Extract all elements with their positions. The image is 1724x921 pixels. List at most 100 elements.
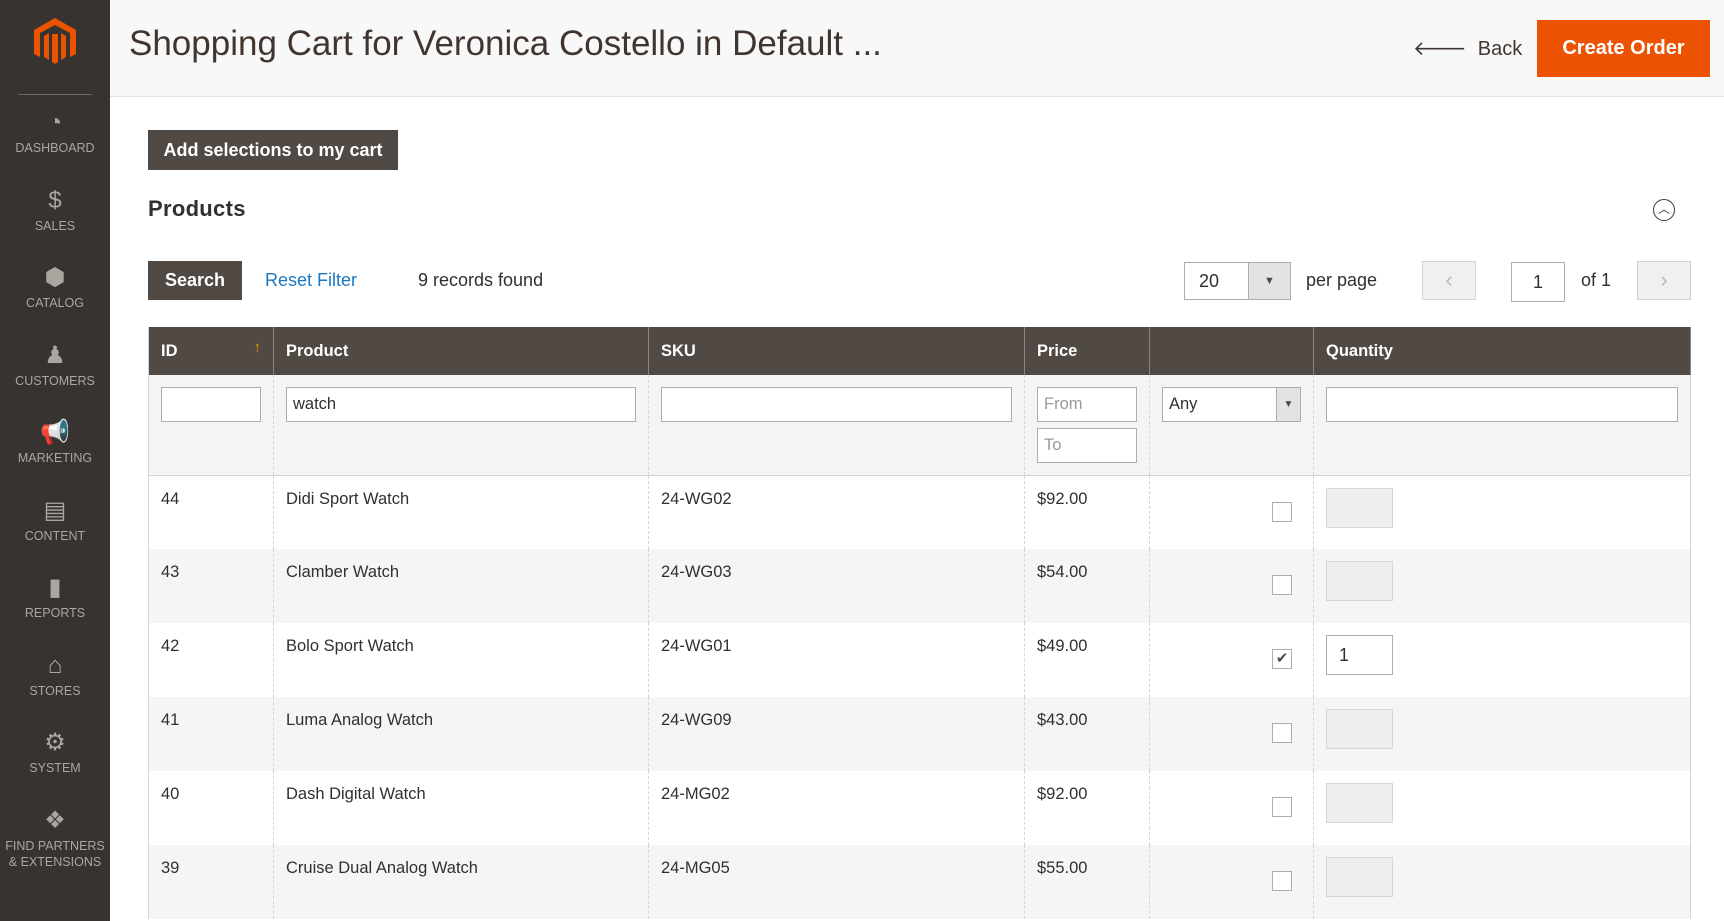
sidebar-item-label: REPORTS: [24, 606, 86, 620]
sidebar-item-catalog[interactable]: ⬢ CATALOG: [0, 263, 110, 311]
sidebar-item-dashboard[interactable]: ◔ DASHBOARD: [0, 108, 110, 156]
magento-logo[interactable]: [30, 16, 80, 66]
page-input[interactable]: 1: [1511, 262, 1565, 302]
create-order-button[interactable]: Create Order: [1537, 20, 1710, 77]
select-checkbox[interactable]: [1272, 501, 1292, 522]
cell-id: 44: [148, 475, 274, 549]
sidebar-item-marketing[interactable]: 📢 MARKETING: [0, 418, 110, 466]
sidebar-item-content[interactable]: ▤ CONTENT: [0, 496, 110, 544]
table-row[interactable]: 40 Dash Digital Watch 24-MG02 $92.00: [148, 771, 1691, 845]
dollar-icon: $: [48, 186, 62, 214]
product-filter-input[interactable]: watch: [286, 387, 636, 422]
table-row[interactable]: 41 Luma Analog Watch 24-WG09 $43.00: [148, 697, 1691, 771]
table-row[interactable]: 44 Didi Sport Watch 24-WG02 $92.00: [148, 475, 1691, 549]
select-checkbox[interactable]: [1272, 797, 1292, 817]
chevron-down-icon: ▼: [1276, 388, 1300, 421]
sidebar-item-label: STORES: [29, 683, 81, 698]
reset-filter-link[interactable]: Reset Filter: [265, 270, 357, 291]
person-icon: ♟: [44, 341, 66, 369]
cell-product: Bolo Sport Watch: [273, 623, 649, 697]
blocks-icon: ❖: [44, 806, 66, 834]
sidebar-item-label: CATALOG: [26, 296, 84, 310]
page-title: Shopping Cart for Veronica Costello in D…: [129, 24, 882, 63]
section-title: Products: [148, 196, 246, 221]
records-count: 9 records found: [418, 270, 544, 290]
in-cart-filter-select[interactable]: Any ▼: [1162, 387, 1301, 422]
cell-sku: 24-WG02: [648, 475, 1025, 549]
sidebar-item-find[interactable]: ❖ FIND PARTNERS & EXTENSIONS: [0, 806, 110, 870]
layout-icon: ▤: [43, 496, 67, 524]
cell-id: 40: [148, 771, 274, 845]
column-id[interactable]: ID ↑: [148, 327, 274, 375]
cell-sku: 24-MG05: [648, 845, 1025, 919]
sidebar-item-label: CUSTOMERS: [15, 373, 95, 388]
quantity-input[interactable]: 1: [1326, 635, 1393, 675]
column-quantity[interactable]: Quantity: [1313, 327, 1691, 375]
table-row[interactable]: 42 Bolo Sport Watch 24-WG01 $49.00 ✔ 1: [148, 623, 1691, 697]
sidebar-divider: [18, 94, 92, 95]
cell-price: $92.00: [1024, 771, 1150, 845]
cell-product: Dash Digital Watch: [273, 771, 649, 845]
sidebar-item-reports[interactable]: ▮ REPORTS: [0, 573, 110, 621]
store-icon: ⌂: [47, 651, 63, 679]
sidebar-item-label: MARKETING: [17, 451, 93, 465]
table-row[interactable]: 43 Clamber Watch 24-WG03 $54.00: [148, 549, 1691, 623]
select-checkbox[interactable]: [1272, 871, 1292, 891]
column-product[interactable]: Product: [273, 327, 649, 375]
column-price[interactable]: Price: [1024, 327, 1150, 375]
quantity-input[interactable]: [1326, 857, 1393, 897]
gear-icon: ⚙: [44, 729, 66, 756]
cell-id: 42: [148, 623, 274, 697]
next-page-button[interactable]: ›: [1637, 261, 1691, 300]
cell-price: $55.00: [1024, 845, 1150, 919]
column-select: [1149, 327, 1314, 375]
cell-sku: 24-MG02: [648, 771, 1025, 845]
per-page-select[interactable]: 20 ▼: [1184, 262, 1291, 300]
quantity-input[interactable]: [1326, 783, 1393, 823]
select-checkbox[interactable]: [1272, 575, 1292, 595]
select-checkbox[interactable]: [1272, 723, 1292, 743]
quantity-filter-input[interactable]: [1326, 387, 1678, 422]
id-filter-input[interactable]: [161, 387, 261, 422]
cell-sku: 24-WG03: [648, 549, 1025, 623]
sidebar-item-stores[interactable]: ⌂ STORES: [0, 651, 110, 699]
cell-id: 39: [148, 845, 274, 919]
box-icon: ⬢: [44, 264, 66, 291]
add-selections-button[interactable]: Add selections to my cart: [148, 130, 398, 170]
cell-product: Clamber Watch: [273, 549, 649, 623]
quantity-input[interactable]: [1326, 487, 1393, 528]
sidebar-item-label: DASHBOARD: [15, 141, 95, 155]
collapse-icon[interactable]: ︿: [1653, 199, 1675, 221]
sidebar-item-label: SYSTEM: [29, 761, 81, 775]
search-button[interactable]: Search: [148, 261, 242, 300]
megaphone-icon: 📢: [40, 419, 70, 446]
cell-price: $92.00: [1024, 475, 1150, 549]
cell-product: Didi Sport Watch: [273, 475, 649, 549]
cell-id: 43: [148, 549, 274, 623]
arrow-left-icon: 🡐: [1413, 38, 1478, 60]
sidebar-item-customers[interactable]: ♟ CUSTOMERS: [0, 341, 110, 389]
cell-product: Luma Analog Watch: [273, 697, 649, 771]
per-page-label: per page: [1306, 270, 1378, 290]
dashboard-icon: ◔: [47, 109, 63, 136]
quantity-input[interactable]: [1326, 561, 1393, 601]
chevron-down-icon: ▼: [1248, 263, 1290, 299]
quantity-input[interactable]: [1326, 709, 1393, 749]
sidebar-item-label: FIND PARTNERS & EXTENSIONS: [5, 838, 105, 869]
cell-sku: 24-WG09: [648, 697, 1025, 771]
sidebar: ◔ DASHBOARD $ SALES ⬢ CATALOG ♟ CUSTOMERS 📢 MARKE…: [0, 0, 110, 921]
column-sku[interactable]: SKU: [648, 327, 1025, 375]
table-row[interactable]: 39 Cruise Dual Analog Watch 24-MG05 $55.…: [148, 845, 1691, 919]
sidebar-item-sales[interactable]: $ SALES: [0, 186, 110, 234]
price-from-input[interactable]: From: [1037, 387, 1137, 422]
prev-page-button[interactable]: ‹: [1422, 261, 1476, 300]
select-checkbox[interactable]: ✔: [1272, 649, 1292, 669]
sidebar-item-system[interactable]: ⚙ SYSTEM: [0, 728, 110, 776]
sku-filter-input[interactable]: [661, 387, 1012, 422]
price-to-input[interactable]: To: [1037, 428, 1137, 463]
cell-price: $54.00: [1024, 549, 1150, 623]
cell-id: 41: [148, 697, 274, 771]
page-count: of 1: [1581, 270, 1612, 290]
cell-price: $43.00: [1024, 697, 1150, 771]
back-button[interactable]: 🡐 Back: [1413, 36, 1522, 61]
